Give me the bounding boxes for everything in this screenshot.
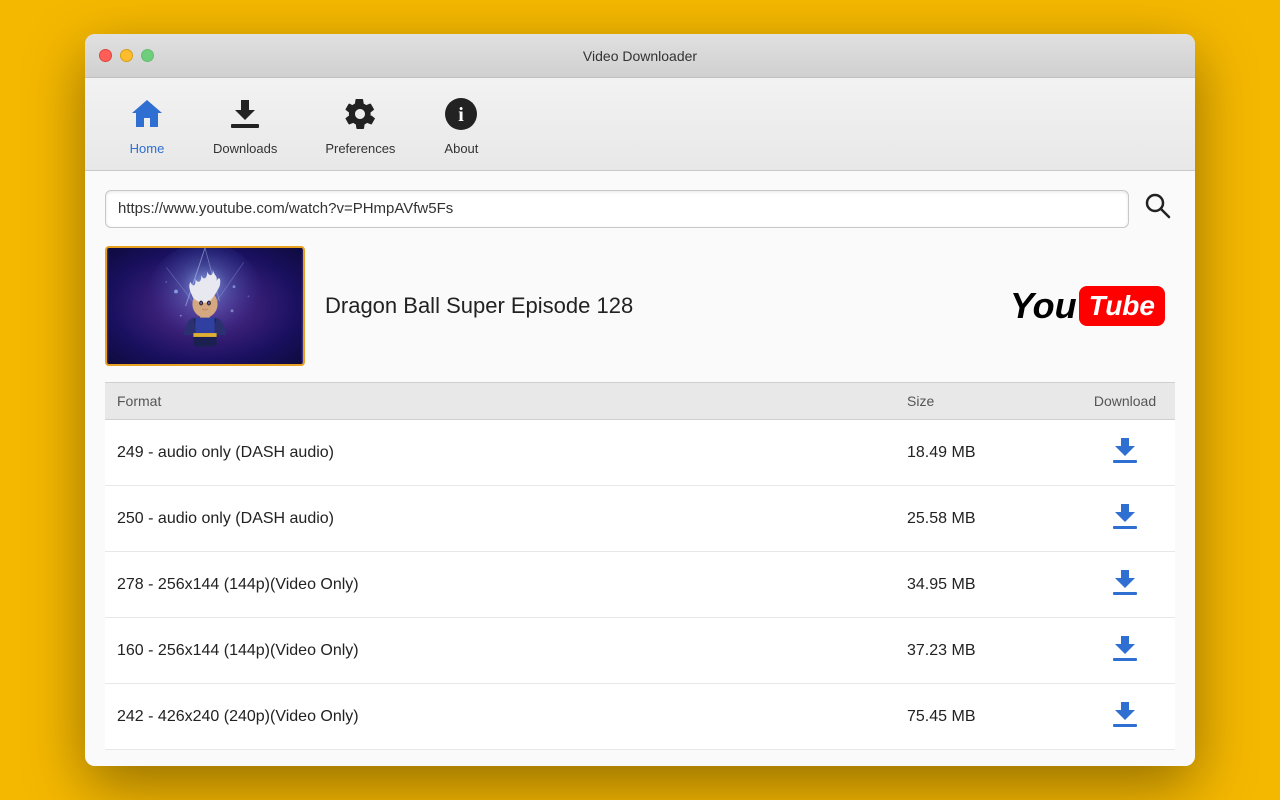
format-cell: 242 - 426x240 (240p)(Video Only)	[105, 684, 895, 750]
format-cell: 160 - 256x144 (144p)(Video Only)	[105, 618, 895, 684]
table-row: 250 - audio only (DASH audio)25.58 MB	[105, 486, 1175, 552]
download-header: Download	[1075, 383, 1175, 420]
content-area: Dragon Ball Super Episode 128 You Tube F…	[85, 171, 1195, 766]
toolbar: Home Downloads Preferences	[85, 78, 1195, 171]
youtube-logo: You Tube	[1010, 285, 1165, 327]
close-button[interactable]	[99, 49, 112, 62]
minimize-button[interactable]	[120, 49, 133, 62]
download-button-3[interactable]	[1109, 632, 1141, 669]
toolbar-about[interactable]: i About	[419, 92, 503, 160]
home-icon	[129, 96, 165, 137]
app-window: Video Downloader Home Downloads	[85, 34, 1195, 766]
table-row: 160 - 256x144 (144p)(Video Only)37.23 MB	[105, 618, 1175, 684]
toolbar-downloads-label: Downloads	[213, 141, 277, 156]
yt-tube-box: Tube	[1079, 286, 1165, 326]
download-button-0[interactable]	[1109, 434, 1141, 471]
search-button[interactable]	[1139, 187, 1175, 230]
yt-you-text: You	[1010, 285, 1077, 327]
video-thumbnail	[105, 246, 305, 366]
title-bar: Video Downloader	[85, 34, 1195, 78]
gear-icon	[342, 96, 378, 137]
toolbar-home[interactable]: Home	[105, 92, 189, 160]
download-cell	[1075, 684, 1175, 750]
search-icon	[1143, 191, 1171, 219]
format-cell: 278 - 256x144 (144p)(Video Only)	[105, 552, 895, 618]
format-cell: 250 - audio only (DASH audio)	[105, 486, 895, 552]
maximize-button[interactable]	[141, 49, 154, 62]
toolbar-preferences-label: Preferences	[325, 141, 395, 156]
download-button-1[interactable]	[1109, 500, 1141, 537]
video-card: Dragon Ball Super Episode 128 You Tube	[105, 246, 1175, 366]
table-row: 242 - 426x240 (240p)(Video Only)75.45 MB	[105, 684, 1175, 750]
format-header: Format	[105, 383, 895, 420]
size-header: Size	[895, 383, 1075, 420]
size-cell: 34.95 MB	[895, 552, 1075, 618]
download-button-4[interactable]	[1109, 698, 1141, 735]
table-header-row: Format Size Download	[105, 383, 1175, 420]
url-input[interactable]	[105, 190, 1129, 228]
format-cell: 249 - audio only (DASH audio)	[105, 420, 895, 486]
table-row: 249 - audio only (DASH audio)18.49 MB	[105, 420, 1175, 486]
url-bar	[105, 187, 1175, 230]
video-title: Dragon Ball Super Episode 128	[325, 293, 990, 319]
svg-text:i: i	[459, 104, 465, 126]
download-cell	[1075, 420, 1175, 486]
size-cell: 37.23 MB	[895, 618, 1075, 684]
size-cell: 18.49 MB	[895, 420, 1075, 486]
toolbar-home-label: Home	[130, 141, 165, 156]
table-row: 278 - 256x144 (144p)(Video Only)34.95 MB	[105, 552, 1175, 618]
download-cell	[1075, 552, 1175, 618]
info-icon: i	[443, 96, 479, 137]
toolbar-downloads[interactable]: Downloads	[189, 92, 301, 160]
toolbar-preferences[interactable]: Preferences	[301, 92, 419, 160]
yt-tube-text: Tube	[1089, 290, 1155, 321]
size-cell: 25.58 MB	[895, 486, 1075, 552]
download-table: Format Size Download 249 - audio only (D…	[105, 382, 1175, 750]
download-cell	[1075, 486, 1175, 552]
traffic-lights	[99, 49, 154, 62]
download-button-2[interactable]	[1109, 566, 1141, 603]
window-title: Video Downloader	[583, 48, 697, 64]
size-cell: 75.45 MB	[895, 684, 1075, 750]
download-cell	[1075, 618, 1175, 684]
toolbar-about-label: About	[444, 141, 478, 156]
download-icon	[227, 96, 263, 137]
